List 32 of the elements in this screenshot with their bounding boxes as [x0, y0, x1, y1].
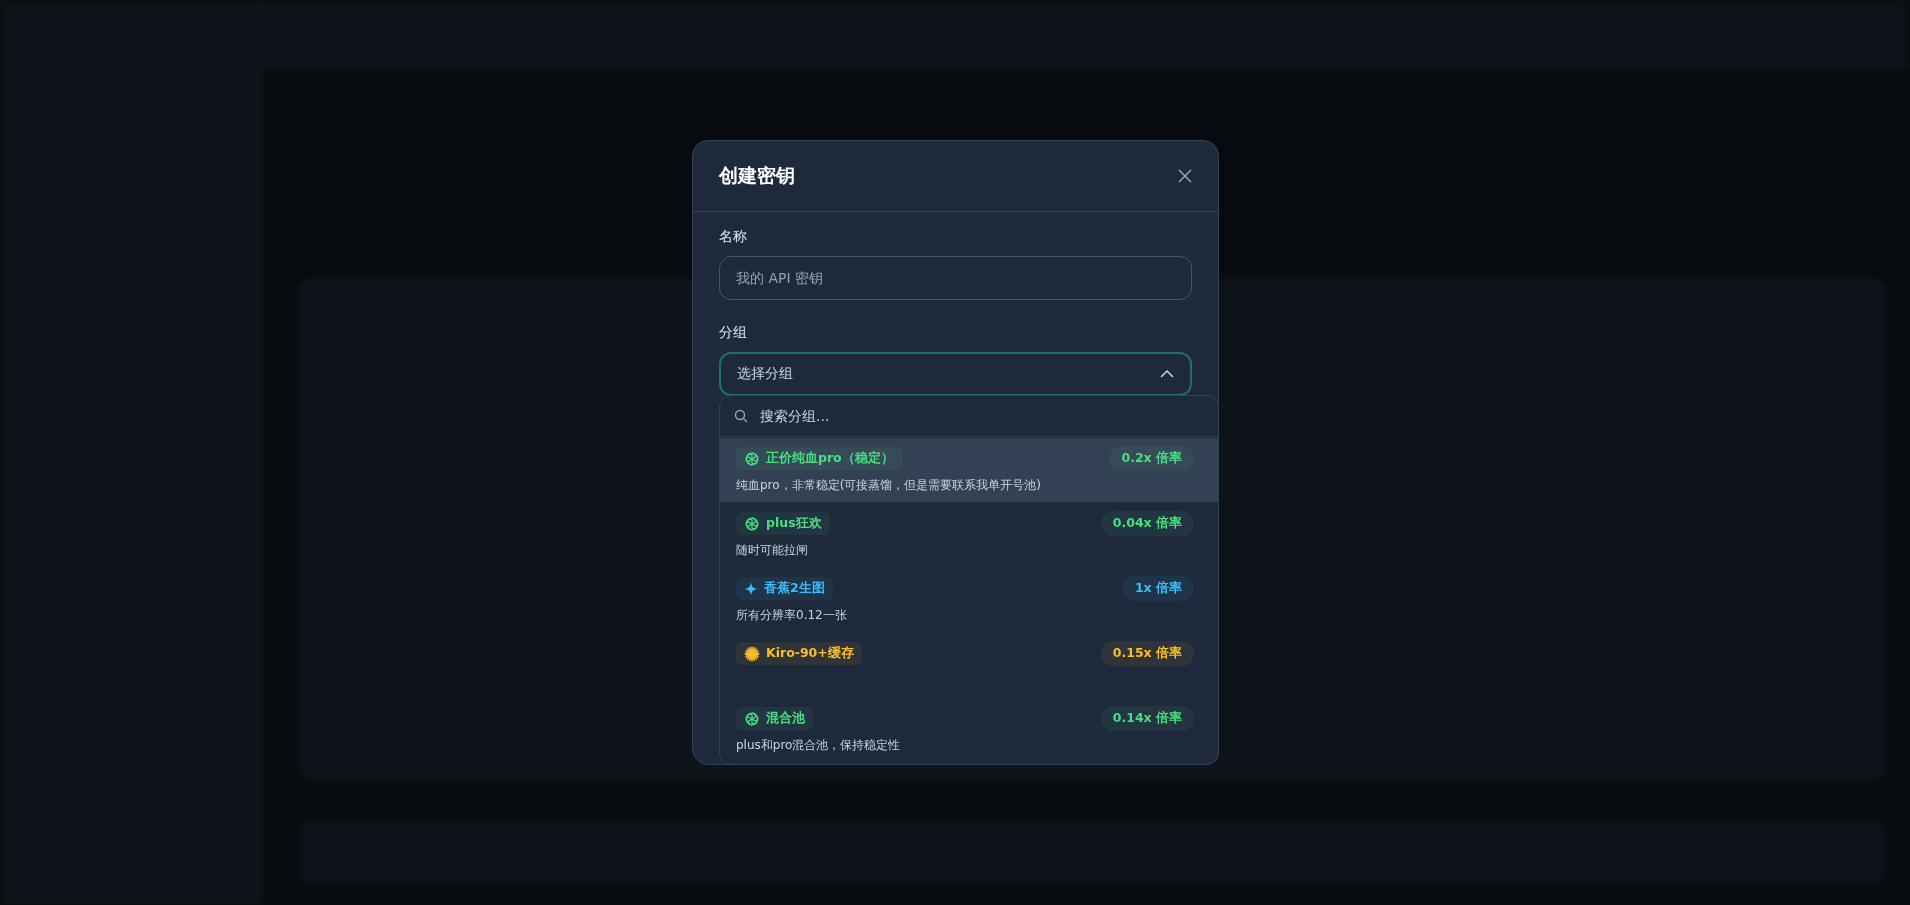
field-label: 名称	[719, 228, 748, 246]
group-option[interactable]: 香蕉2生图 1x 倍率 所有分辨率0.12一张	[720, 568, 1218, 632]
group-option[interactable]: Kiro-90+缓存 0.15x 倍率	[720, 633, 1218, 697]
group-description: 纯血pro，非常稳定(可接蒸馏，但是需要联系我单开号池)	[736, 477, 1042, 494]
dialog-title: 创建密钥	[719, 163, 795, 188]
rate-badge: 0.14x 倍率	[1100, 706, 1194, 731]
group-tag: 正价纯血pro（稳定）	[736, 447, 902, 470]
group-tag: 香蕉2生图	[736, 577, 833, 600]
group-option[interactable]: 正价纯血pro（稳定） 0.2x 倍率 纯血pro，非常稳定(可接蒸馏，但是需要联系我单开号池)	[720, 438, 1218, 502]
chevron-icon	[1160, 370, 1174, 378]
rate-badge: 0.15x 倍率	[1100, 641, 1194, 666]
sparkle-icon	[744, 581, 758, 596]
search-icon	[734, 409, 748, 423]
rate-badge: 0.04x 倍率	[1100, 511, 1194, 536]
group-tag: 混合池	[736, 707, 813, 730]
close-icon[interactable]	[1178, 169, 1192, 183]
name-input-field[interactable]: 我的 API 密钥	[719, 256, 1192, 300]
rate-badge: 1x 倍率	[1122, 576, 1194, 601]
group-option[interactable]: plus狂欢 0.04x 倍率 随时可能拉闸	[720, 503, 1218, 567]
group-description: 随时可能拉闸	[736, 542, 809, 559]
knot-icon	[744, 450, 760, 467]
search-field[interactable]: 搜索分组...	[758, 407, 1204, 425]
group-tag: plus狂欢	[736, 512, 830, 535]
group-tag: Kiro-90+缓存	[736, 642, 862, 665]
field-label: 分组	[719, 324, 748, 342]
rate-badge: 0.2x 倍率	[1109, 446, 1194, 471]
group-description: plus和pro混合池，保持稳定性	[736, 737, 902, 754]
knot-icon	[744, 515, 760, 532]
group-option[interactable]: 混合池 0.14x 倍率 plus和pro混合池，保持稳定性	[720, 698, 1218, 762]
group-description: 所有分辨率0.12一张	[736, 607, 848, 624]
starburst-icon	[744, 645, 760, 662]
knot-icon	[744, 710, 760, 727]
